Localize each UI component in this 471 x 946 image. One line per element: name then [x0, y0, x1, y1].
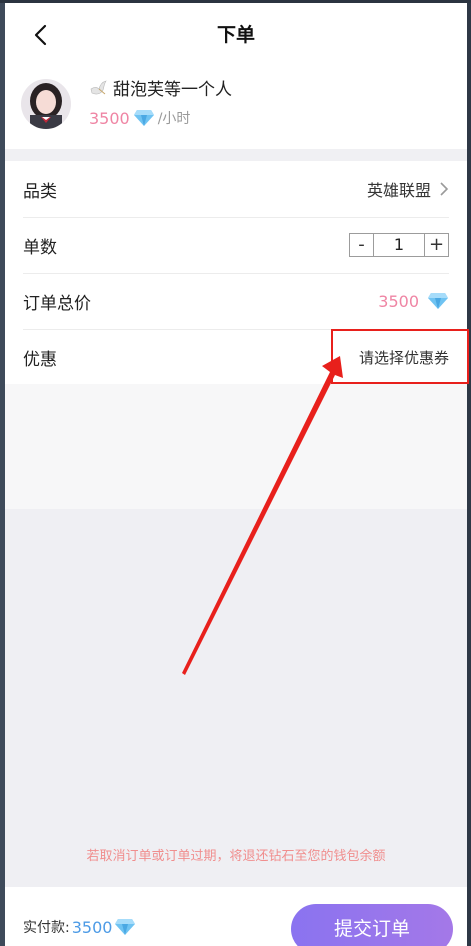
nav-header: 下单 — [5, 3, 467, 65]
category-label: 品类 — [23, 181, 57, 202]
diamond-icon — [115, 919, 136, 935]
player-profile: 甜泡芙等一个人 3500 /小时 — [5, 65, 467, 149]
refund-notice: 若取消订单或订单过期，将退还钻石至您的钱包余额 — [86, 849, 386, 864]
quantity-stepper: - 1 + — [349, 233, 449, 257]
price-unit: /小时 — [157, 111, 191, 127]
payment-summary: 实付款: 3500 — [23, 917, 136, 937]
diamond-icon — [133, 110, 154, 126]
total-row: 订单总价 3500 — [23, 273, 449, 330]
category-row[interactable]: 品类 英雄联盟 — [23, 161, 449, 218]
count-row: 单数 - 1 + — [23, 217, 449, 274]
hourly-price: 3500 — [89, 108, 130, 128]
spacer — [5, 384, 467, 509]
page-title: 下单 — [216, 24, 255, 46]
avatar[interactable] — [21, 79, 71, 129]
pay-label: 实付款: — [23, 920, 70, 936]
discount-row[interactable]: 优惠 请选择优惠券 — [23, 329, 449, 385]
count-label: 单数 — [23, 237, 57, 258]
category-value: 英雄联盟 — [366, 181, 431, 200]
content-background — [5, 509, 467, 887]
coupon-select[interactable]: 请选择优惠券 — [359, 347, 449, 368]
submit-order-button[interactable]: 提交订单 — [291, 904, 453, 946]
quantity-value[interactable]: 1 — [374, 233, 424, 257]
total-label: 订单总价 — [23, 293, 91, 314]
player-name: 甜泡芙等一个人 — [113, 80, 232, 100]
total-value: 3500 — [378, 291, 419, 311]
order-form: 品类 英雄联盟 单数 - 1 + 订单总价 3500 优惠 请选择优惠券 — [5, 161, 467, 384]
discount-label: 优惠 — [23, 349, 57, 370]
section-divider — [5, 149, 467, 161]
pay-amount: 3500 — [71, 917, 113, 937]
right-edge — [467, 0, 471, 946]
dove-icon — [90, 80, 107, 94]
increment-button[interactable]: + — [424, 233, 449, 257]
decrement-button[interactable]: - — [349, 233, 374, 257]
app-screen: 下单 甜泡芙等一个人 3500 /小时 品类 英雄联盟 单数 - 1 + 订单总… — [0, 0, 471, 946]
diamond-icon — [428, 293, 448, 309]
bottom-bar: 实付款: 3500 提交订单 — [5, 887, 467, 946]
chevron-right-icon — [440, 182, 449, 196]
